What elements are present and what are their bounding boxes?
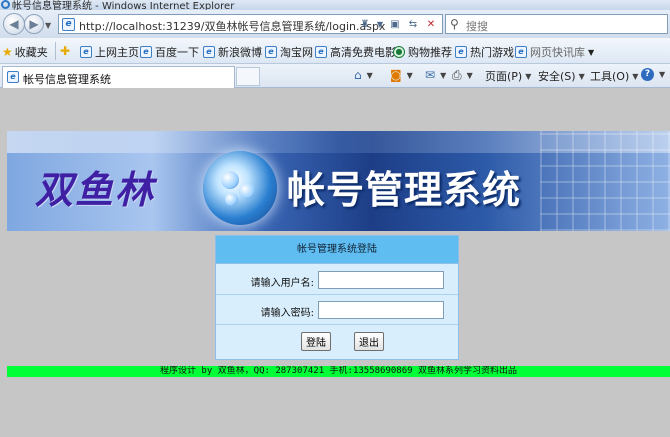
password-row: 请输入密码: — [216, 295, 458, 325]
printer-icon: ⎙ — [452, 68, 462, 82]
login-panel: 帐号管理系统登陆 请输入用户名: 请输入密码: 登陆 退出 — [215, 235, 459, 360]
login-title: 帐号管理系统登陆 — [216, 236, 458, 264]
chevron-down-icon: ▼ — [366, 70, 373, 80]
banner-orb-logo — [203, 151, 277, 225]
mail-icon: ✉ — [425, 68, 436, 82]
page-menu-label: 页面(P) — [485, 70, 523, 83]
fav-item-label: 百度一下 — [155, 46, 199, 59]
chevron-down-icon: ▼ — [406, 70, 413, 80]
home-icon: ⌂ — [354, 68, 362, 82]
arrow-right-icon: ▶ — [29, 17, 39, 31]
fav-item-label: 上网主页 — [95, 46, 139, 59]
fav-item-4[interactable]: e 高清免费电影 — [315, 44, 396, 60]
banner-pattern — [540, 131, 670, 231]
mail-button[interactable]: ✉ ▼ — [425, 68, 446, 82]
address-field[interactable]: e http://localhost:31239/双鱼林帐号信息管理系统/log… — [58, 14, 443, 34]
divider — [55, 42, 56, 60]
fav-item-label: 热门游戏 — [470, 46, 514, 59]
add-favorite-icon: ✚ — [60, 44, 71, 58]
fav-item-3[interactable]: e 淘宝网 — [265, 44, 313, 60]
help-icon: ? — [641, 68, 654, 81]
fav-item-6[interactable]: e 热门游戏 — [455, 44, 514, 60]
fav-item-2[interactable]: e 新浪微博 — [203, 44, 262, 60]
search-placeholder: 搜搜 — [466, 20, 488, 33]
globe-icon: ● — [393, 46, 405, 58]
fav-item-label: 淘宝网 — [280, 46, 313, 59]
add-favorite-button[interactable]: ✚ — [60, 44, 72, 58]
help-button[interactable]: ? ▼ — [641, 68, 665, 81]
username-input[interactable] — [318, 271, 444, 289]
password-input[interactable] — [318, 301, 444, 319]
search-box[interactable]: ⚲ 搜搜 — [445, 14, 668, 34]
favorites-bar: ★ 收藏夹 ✚ e 上网主页 e 百度一下 e 新浪微博 e 淘宝网 e 高清免… — [0, 38, 670, 64]
page-icon: e — [265, 46, 277, 58]
stop-icon[interactable]: ✕ — [423, 17, 439, 32]
page-icon: e — [455, 46, 467, 58]
arrow-left-icon: ◀ — [9, 17, 19, 31]
fav-item-label: 高清免费电影 — [330, 46, 396, 59]
fav-item-label: 新浪微博 — [218, 46, 262, 59]
chevron-down-icon: ▼ — [578, 71, 585, 81]
page-icon: e — [62, 18, 75, 31]
window-title: 帐号信息管理系统 - Windows Internet Explorer — [12, 1, 235, 10]
fav-item-0[interactable]: e 上网主页 — [80, 44, 139, 60]
search-icon: ⚲ — [450, 17, 459, 31]
fav-item-label: 购物推荐 — [408, 46, 452, 59]
header-banner: 双鱼林 帐号管理系统 — [7, 131, 670, 231]
chevron-down-icon: ▼ — [588, 47, 595, 57]
safety-menu-label: 安全(S) — [538, 70, 576, 83]
page-icon: e — [80, 46, 92, 58]
tools-menu[interactable]: 工具(O) ▼ — [590, 68, 638, 84]
fav-item-5[interactable]: ● 购物推荐 — [393, 44, 452, 60]
page-content: 双鱼林 帐号管理系统 帐号管理系统登陆 请输入用户名: 请输入密码: 登陆 退出… — [0, 89, 670, 437]
home-button[interactable]: ⌂ ▼ — [354, 68, 373, 82]
fav-item-7[interactable]: e 网页快讯库 ▼ — [515, 44, 594, 60]
banner-brand-text: 双鱼林 — [35, 167, 156, 212]
page-menu[interactable]: 页面(P) ▼ — [485, 68, 531, 84]
page-icon: e — [315, 46, 327, 58]
url-text: http://localhost:31239/双鱼林帐号信息管理系统/login… — [79, 20, 386, 33]
address-dropdown-icon[interactable]: ▼ — [375, 17, 385, 32]
banner-system-text: 帐号管理系统 — [287, 168, 522, 212]
safety-menu[interactable]: 安全(S) ▼ — [538, 68, 585, 84]
forward-button[interactable]: ▶ — [24, 14, 44, 34]
chevron-down-icon: ▼ — [632, 71, 639, 81]
command-bar: e 帐号信息管理系统 ⌂ ▼ ◙ ▼ ✉ ▼ ⎙ ▼ 页面(P) ▼ 安全(S) ▼ 工具(… — [0, 64, 670, 88]
favorites-label: 收藏夹 — [14, 46, 48, 59]
chevron-down-icon: ▼ — [659, 70, 666, 79]
print-button[interactable]: ⎙ ▼ — [452, 68, 473, 83]
refresh-icon[interactable]: ⇆ — [405, 17, 421, 32]
star-icon: ★ — [2, 45, 13, 59]
footer-credit: 程序设计 by 双鱼林，QQ: 287307421 手机:13558690869… — [7, 366, 670, 377]
chevron-down-icon: ▼ — [440, 70, 447, 80]
page-icon: e — [515, 46, 527, 58]
login-buttons-row: 登陆 退出 — [216, 324, 458, 360]
history-dropdown-icon[interactable]: ▼ — [45, 21, 51, 30]
username-row: 请输入用户名: — [216, 265, 458, 295]
rss-icon: ◙ — [390, 68, 402, 82]
ie-logo-icon — [1, 0, 10, 9]
tools-menu-label: 工具(O) — [590, 70, 630, 83]
browser-tab[interactable]: e 帐号信息管理系统 — [2, 66, 235, 88]
compatibility-icon[interactable]: ♜ — [357, 17, 373, 32]
address-toolbar: ◀ ▶ ▼ e http://localhost:31239/双鱼林帐号信息管理… — [0, 10, 670, 38]
chevron-down-icon: ▼ — [466, 71, 473, 80]
password-label: 请输入密码: — [260, 308, 314, 319]
page-icon: e — [7, 71, 19, 83]
username-label: 请输入用户名: — [250, 278, 314, 289]
fav-item-1[interactable]: e 百度一下 — [140, 44, 199, 60]
window-title-bar: 帐号信息管理系统 - Windows Internet Explorer — [0, 0, 670, 10]
favorites-button[interactable]: ★ 收藏夹 — [2, 44, 48, 60]
page-icon: e — [203, 46, 215, 58]
chevron-down-icon: ▼ — [525, 71, 532, 81]
back-button[interactable]: ◀ — [3, 13, 25, 35]
page-icon: e — [140, 46, 152, 58]
new-tab-button[interactable] — [236, 67, 260, 86]
feeds-button[interactable]: ◙ ▼ — [390, 68, 413, 82]
tab-label: 帐号信息管理系统 — [23, 73, 111, 86]
exit-button[interactable]: 退出 — [354, 332, 384, 351]
fav-item-label: 网页快讯库 — [530, 46, 585, 59]
login-button[interactable]: 登陆 — [301, 332, 331, 351]
rss-page-icon[interactable]: ▣ — [387, 17, 403, 32]
